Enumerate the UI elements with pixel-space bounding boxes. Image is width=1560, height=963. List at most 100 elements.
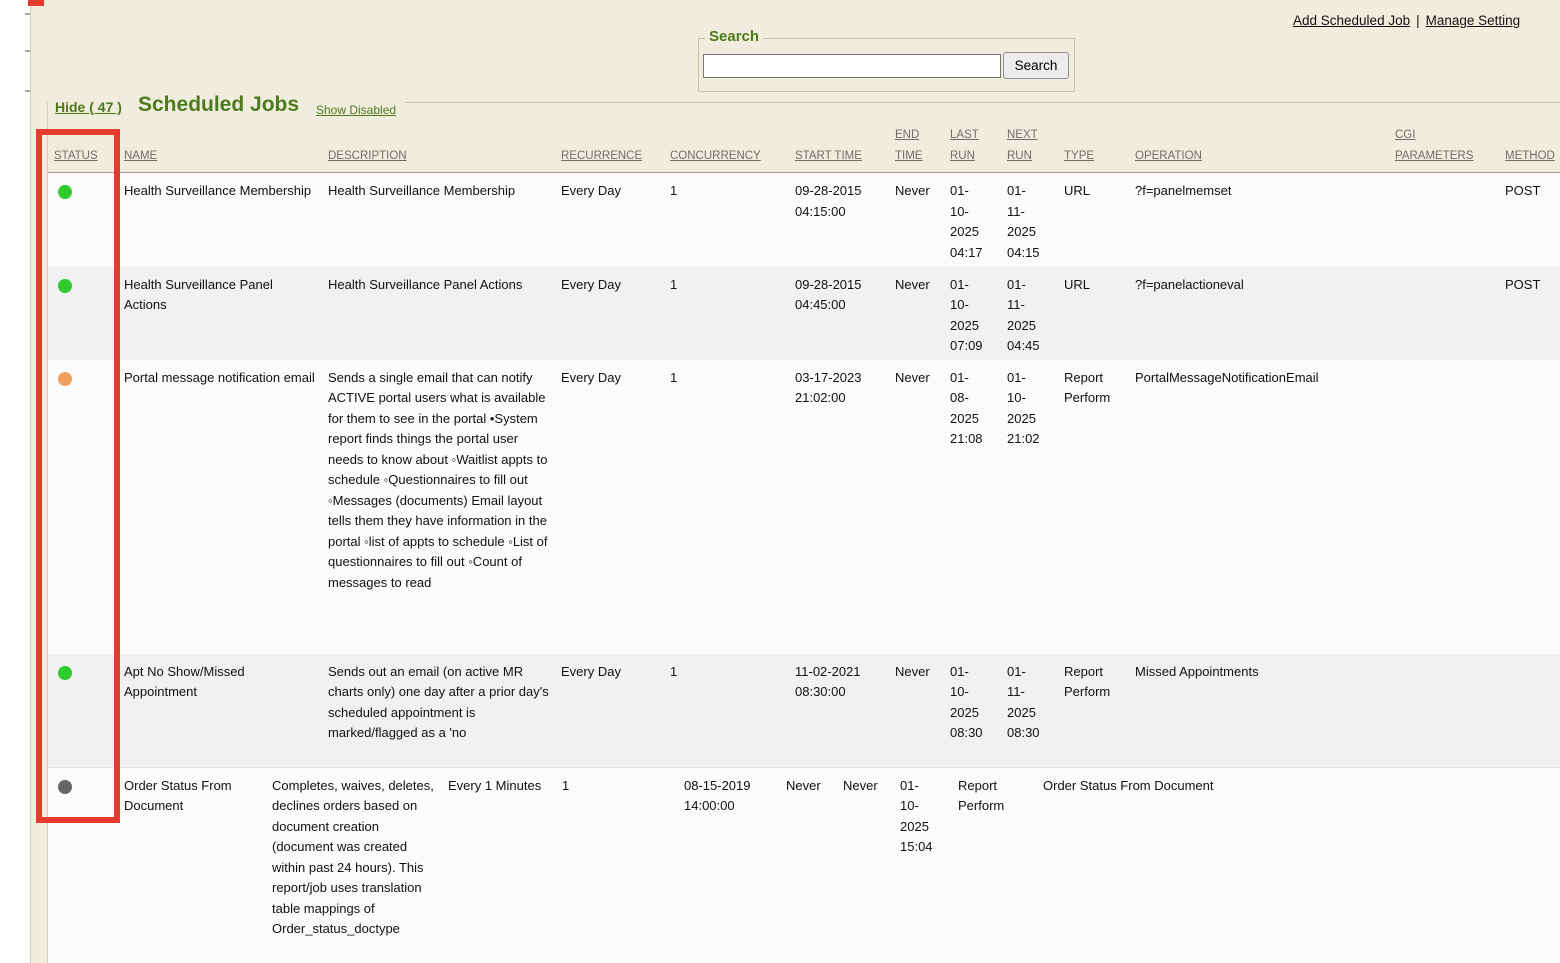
cell-recurrence: Every Day [555, 654, 664, 767]
cell-type: Report Perform [1058, 360, 1129, 654]
cell-method: POST [1499, 267, 1560, 360]
cell-status [48, 654, 118, 767]
cell-concurrency: 1 [664, 360, 789, 654]
cell-operation: Missed Appointments [1129, 654, 1389, 767]
column-header-start-time[interactable]: START TIME [789, 125, 889, 173]
search-input[interactable] [703, 54, 1001, 78]
cell-name: Apt No Show/Missed Appointment [118, 654, 322, 767]
cell-method [1499, 767, 1560, 963]
search-fieldset: Search Search [698, 38, 1075, 92]
cell-status [48, 173, 118, 267]
manage-settings-link[interactable]: Manage Setting [1426, 13, 1521, 28]
cell-status [48, 360, 118, 654]
cell-operation: ?f=panelmemset [1129, 173, 1389, 267]
show-disabled-link[interactable]: Show Disabled [316, 103, 396, 117]
cell-description: Completes, waives, deletes, declines ord… [266, 767, 442, 963]
column-header-method[interactable]: METHOD [1499, 125, 1560, 173]
cell-operation: Order Status From Document [1037, 767, 1389, 963]
status-dot [58, 372, 72, 386]
cell-last-run: 01-10-2025 04:17 [944, 173, 1001, 267]
cell-description: Health Surveillance Membership [322, 173, 555, 267]
status-dot [58, 185, 72, 199]
cell-end-time: Never [889, 654, 944, 767]
cell-status [48, 767, 118, 963]
gutter-tick [25, 90, 30, 92]
table-row: Order Status From Document Completes, wa… [48, 767, 1560, 963]
page-title: Scheduled Jobs [138, 93, 299, 117]
jobs-table-continued: Order Status From Document Completes, wa… [48, 767, 1560, 963]
cell-concurrency: 1 [664, 654, 789, 767]
cell-next-run: 01-11-2025 08:30 [1001, 654, 1058, 767]
top-links: Add Scheduled Job|Manage Setting [1293, 13, 1520, 28]
cell-last-run: 01-08-2025 21:08 [944, 360, 1001, 654]
cell-type: URL [1058, 267, 1129, 360]
cell-start-time: 09-28-2015 04:15:00 [789, 173, 889, 267]
cell-last-run: 01-10-2025 08:30 [944, 654, 1001, 767]
cell-cgi-parameters [1389, 654, 1499, 767]
cell-concurrency: 1 [664, 267, 789, 360]
cell-status [48, 267, 118, 360]
cell-name: Health Surveillance Panel Actions [118, 267, 322, 360]
gutter-tick [25, 13, 30, 15]
cell-recurrence: Every 1 Minutes [442, 767, 556, 963]
cell-method: POST [1499, 173, 1560, 267]
status-dot [58, 780, 72, 794]
cell-cgi-parameters [1389, 360, 1499, 654]
cell-last-run: Never [837, 767, 894, 963]
scheduled-jobs-table: STATUS NAME DESCRIPTION RECURRENCE CONCU… [48, 125, 1560, 963]
column-header-type[interactable]: TYPE [1058, 125, 1129, 173]
status-dot [58, 666, 72, 680]
left-gutter [0, 0, 31, 963]
page: Add Scheduled Job|Manage Setting Search … [0, 0, 1560, 963]
cell-recurrence: Every Day [555, 173, 664, 267]
cell-method [1499, 360, 1560, 654]
column-header-last-run[interactable]: LAST RUN [944, 125, 1001, 173]
cell-name: Order Status From Document [118, 767, 266, 963]
table-row: Health Surveillance Membership Health Su… [48, 173, 1560, 267]
cell-type: Report Perform [952, 767, 1037, 963]
cell-recurrence: Every Day [555, 267, 664, 360]
cell-start-time: 11-02-2021 08:30:00 [789, 654, 889, 767]
add-scheduled-job-link[interactable]: Add Scheduled Job [1293, 13, 1410, 28]
gutter-tick [25, 50, 30, 52]
table-row: Apt No Show/Missed Appointment Sends out… [48, 654, 1560, 767]
hide-jobs-link[interactable]: Hide ( 47 ) [55, 99, 122, 115]
cell-next-run: 01-11-2025 04:45 [1001, 267, 1058, 360]
cell-method [1499, 654, 1560, 767]
cell-type: Report Perform [1058, 654, 1129, 767]
column-header-next-run[interactable]: NEXT RUN [1001, 125, 1058, 173]
cell-description: Sends a single email that can notify ACT… [322, 360, 555, 654]
cell-last-run: 01-10-2025 07:09 [944, 267, 1001, 360]
column-header-description[interactable]: DESCRIPTION [322, 125, 555, 173]
table-row: Portal message notification email Sends … [48, 360, 1560, 654]
cell-end-time: Never [780, 767, 837, 963]
fieldset-border-top [405, 102, 1560, 103]
status-dot [58, 279, 72, 293]
cell-operation: PortalMessageNotificationEmail [1129, 360, 1389, 654]
cell-recurrence: Every Day [555, 360, 664, 654]
cell-end-time: Never [889, 173, 944, 267]
search-button[interactable]: Search [1003, 52, 1069, 79]
table-header-row: STATUS NAME DESCRIPTION RECURRENCE CONCU… [48, 125, 1560, 173]
cell-start-time: 09-28-2015 04:45:00 [789, 267, 889, 360]
column-header-end-time[interactable]: END TIME [889, 125, 944, 173]
cell-cgi-parameters [1389, 267, 1499, 360]
cell-next-run: 01-11-2025 04:15 [1001, 173, 1058, 267]
cell-concurrency: 1 [556, 767, 678, 963]
cell-name: Portal message notification email [118, 360, 322, 654]
column-header-status[interactable]: STATUS [48, 125, 118, 173]
cell-end-time: Never [889, 267, 944, 360]
cell-start-time: 03-17-2023 21:02:00 [789, 360, 889, 654]
column-header-concurrency[interactable]: CONCURRENCY [664, 125, 789, 173]
cell-concurrency: 1 [664, 173, 789, 267]
column-header-operation[interactable]: OPERATION [1129, 125, 1389, 173]
column-header-cgi-parameters[interactable]: CGI PARAMETERS [1389, 125, 1499, 173]
jobs-table-main: STATUS NAME DESCRIPTION RECURRENCE CONCU… [48, 125, 1560, 767]
cell-next-run: 01-10-2025 15:04 [894, 767, 952, 963]
cell-type: URL [1058, 173, 1129, 267]
column-header-recurrence[interactable]: RECURRENCE [555, 125, 664, 173]
table-row: Health Surveillance Panel Actions Health… [48, 267, 1560, 360]
annotation-mark [28, 0, 44, 6]
column-header-name[interactable]: NAME [118, 125, 322, 173]
cell-cgi-parameters [1389, 767, 1499, 963]
